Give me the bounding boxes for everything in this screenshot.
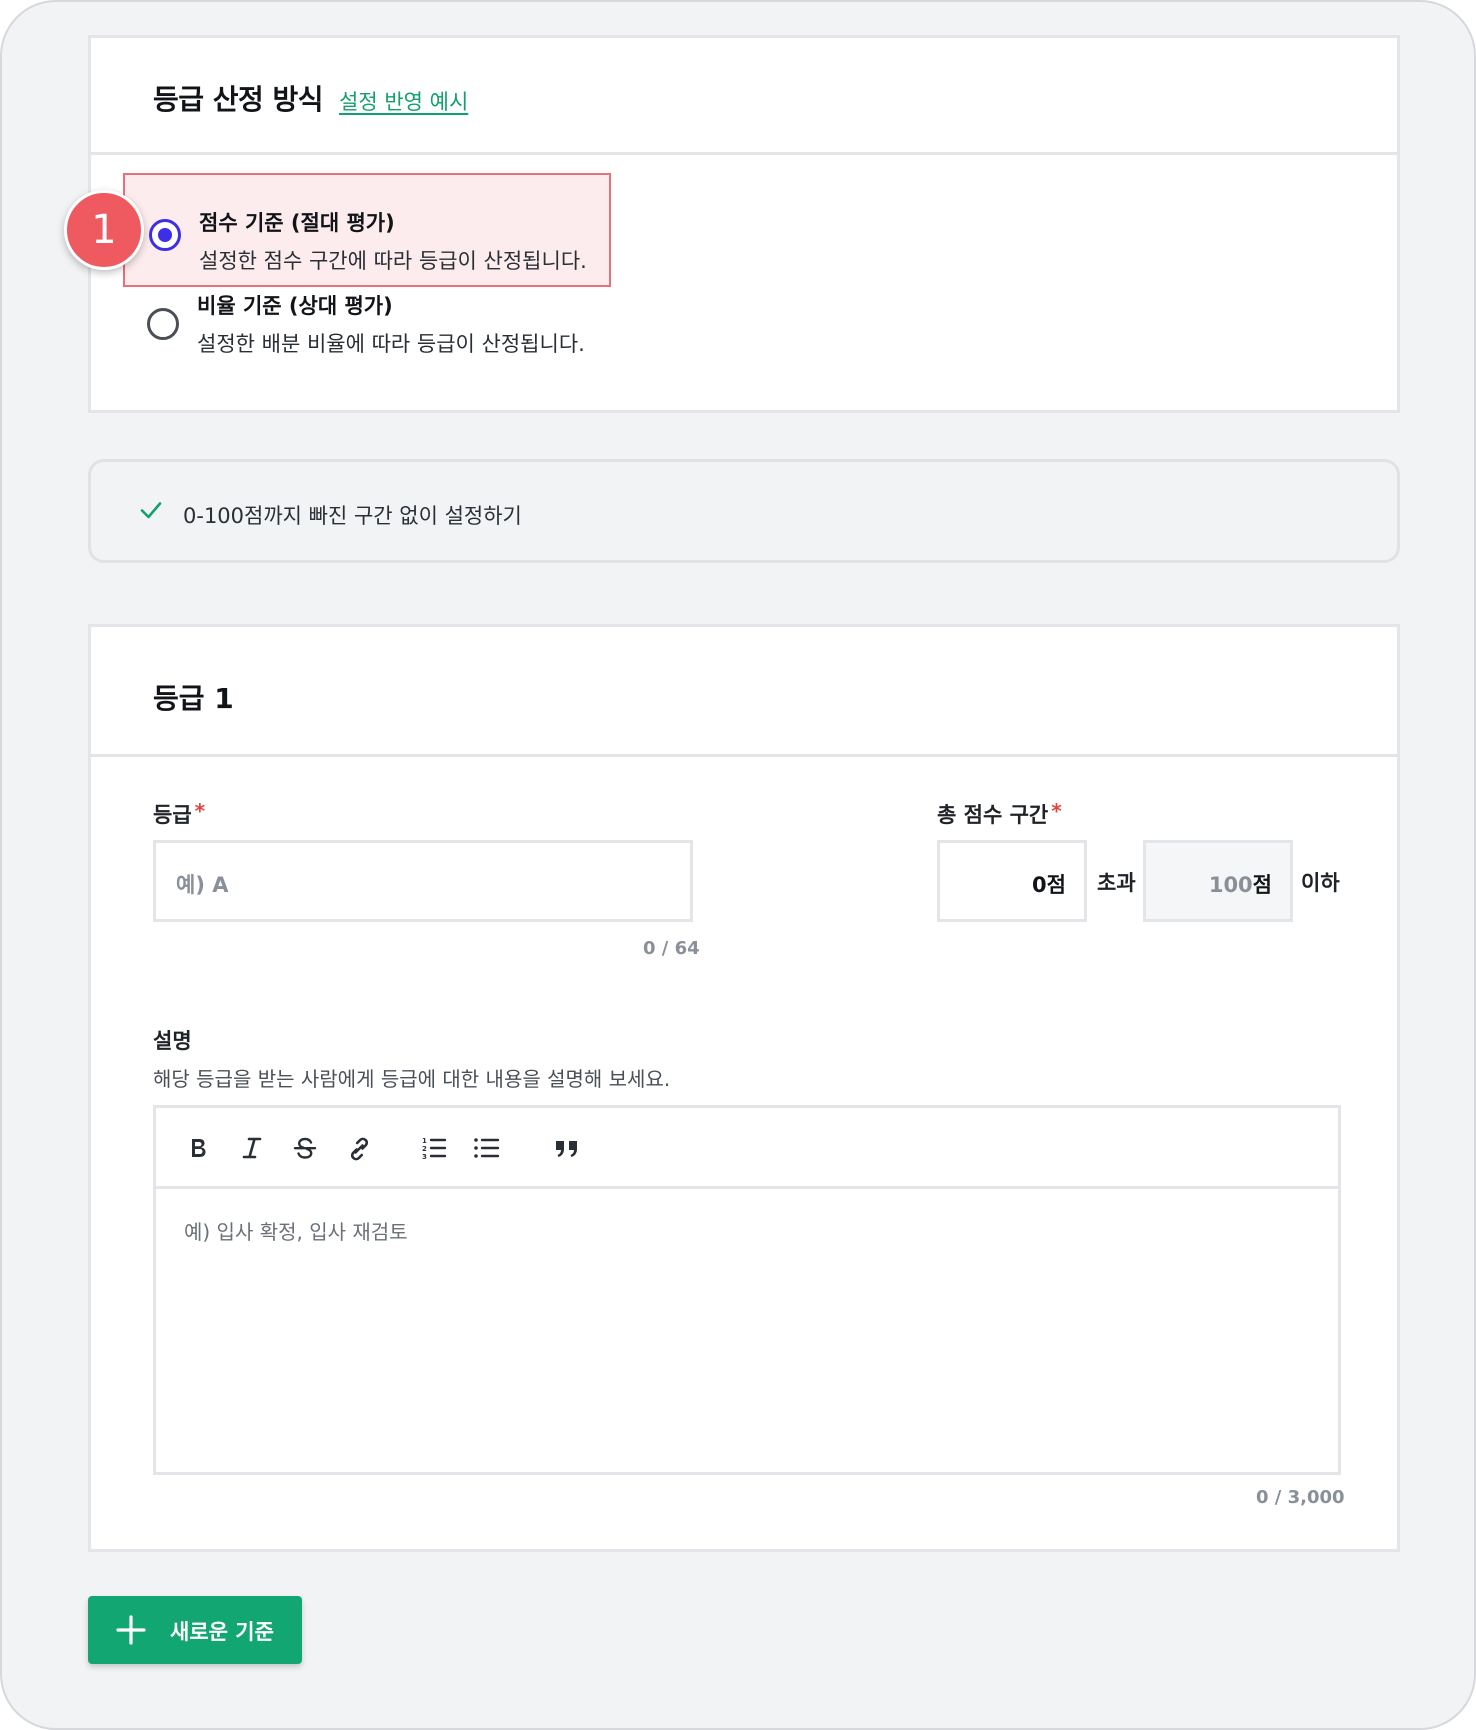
option-title: 비율 기준 (상대 평가) (197, 294, 393, 318)
option-description: 설정한 배분 비율에 따라 등급이 산정됩니다. (197, 332, 585, 356)
grade-card-header: 등급 1 (91, 627, 1397, 757)
section-title: 등급 산정 방식 (153, 83, 324, 116)
plus-icon (116, 1615, 146, 1645)
check-icon (140, 502, 162, 519)
description-placeholder: 예) 입사 확정, 입사 재검토 (184, 1220, 408, 1244)
exceed-label: 초과 (1097, 871, 1136, 895)
settings-example-link[interactable]: 설정 반영 예시 (339, 86, 468, 116)
new-criteria-button[interactable]: 새로운 기준 (88, 1596, 302, 1664)
bold-icon[interactable] (182, 1132, 214, 1164)
score-min-value: 0점 (1032, 873, 1066, 897)
step-badge: 1 (64, 190, 144, 270)
option-title: 점수 기준 (절대 평가) (199, 211, 395, 235)
strikethrough-icon[interactable] (289, 1132, 321, 1164)
quote-icon[interactable] (551, 1132, 583, 1164)
svg-text:2: 2 (422, 1145, 427, 1153)
new-criteria-label: 새로운 기준 (170, 1620, 274, 1644)
grade-char-counter: 0 / 64 (643, 938, 700, 959)
link-icon[interactable] (342, 1132, 374, 1164)
grade-input-placeholder: 예) A (176, 873, 229, 897)
svg-text:3: 3 (422, 1153, 427, 1161)
required-mark: * (1051, 799, 1062, 823)
grade-field-label: 등급 * (153, 799, 206, 827)
score-max-value: 100점 (1208, 873, 1272, 897)
editor-toolbar: 123 (156, 1108, 1338, 1189)
grading-method-header: 등급 산정 방식 설정 반영 예시 (91, 38, 1397, 155)
description-label: 설명 (153, 1029, 192, 1053)
app-frame: 등급 산정 방식 설정 반영 예시 점수 기준 (절대 평가) 설정한 점수 구… (0, 0, 1476, 1730)
required-mark: * (194, 799, 206, 823)
radio-score-based[interactable] (149, 219, 181, 251)
grading-method-card: 등급 산정 방식 설정 반영 예시 점수 기준 (절대 평가) 설정한 점수 구… (88, 35, 1400, 413)
grade-title: 등급 1 (153, 682, 234, 715)
below-label: 이하 (1301, 871, 1340, 895)
grade-card: 등급 1 등급 * 예) A 0 / 64 총 점수 구간 * 0점 초과 100점… (88, 624, 1400, 1552)
score-max-input: 100점 (1143, 840, 1293, 922)
description-help: 해당 등급을 받는 사람에게 등급에 대한 내용을 설명해 보세요. (153, 1067, 671, 1091)
score-range-label: 총 점수 구간 * (937, 799, 1062, 827)
description-char-counter: 0 / 3,000 (1256, 1487, 1345, 1508)
radio-ratio-based[interactable] (147, 308, 179, 340)
description-editor: 123 예) 입사 확정, 입사 재검토 (153, 1105, 1341, 1475)
svg-text:1: 1 (422, 1137, 427, 1145)
grade-input[interactable]: 예) A (153, 840, 693, 922)
coverage-check-row: 0-100점까지 빠진 구간 없이 설정하기 (88, 459, 1400, 563)
bullet-list-icon[interactable] (471, 1132, 503, 1164)
italic-icon[interactable] (236, 1132, 268, 1164)
option-ratio-based[interactable]: 비율 기준 (상대 평가) 설정한 배분 비율에 따라 등급이 산정됩니다. (123, 266, 611, 380)
coverage-check-text: 0-100점까지 빠진 구간 없이 설정하기 (183, 504, 522, 528)
score-min-input[interactable]: 0점 (937, 840, 1087, 922)
ordered-list-icon[interactable]: 123 (418, 1132, 450, 1164)
